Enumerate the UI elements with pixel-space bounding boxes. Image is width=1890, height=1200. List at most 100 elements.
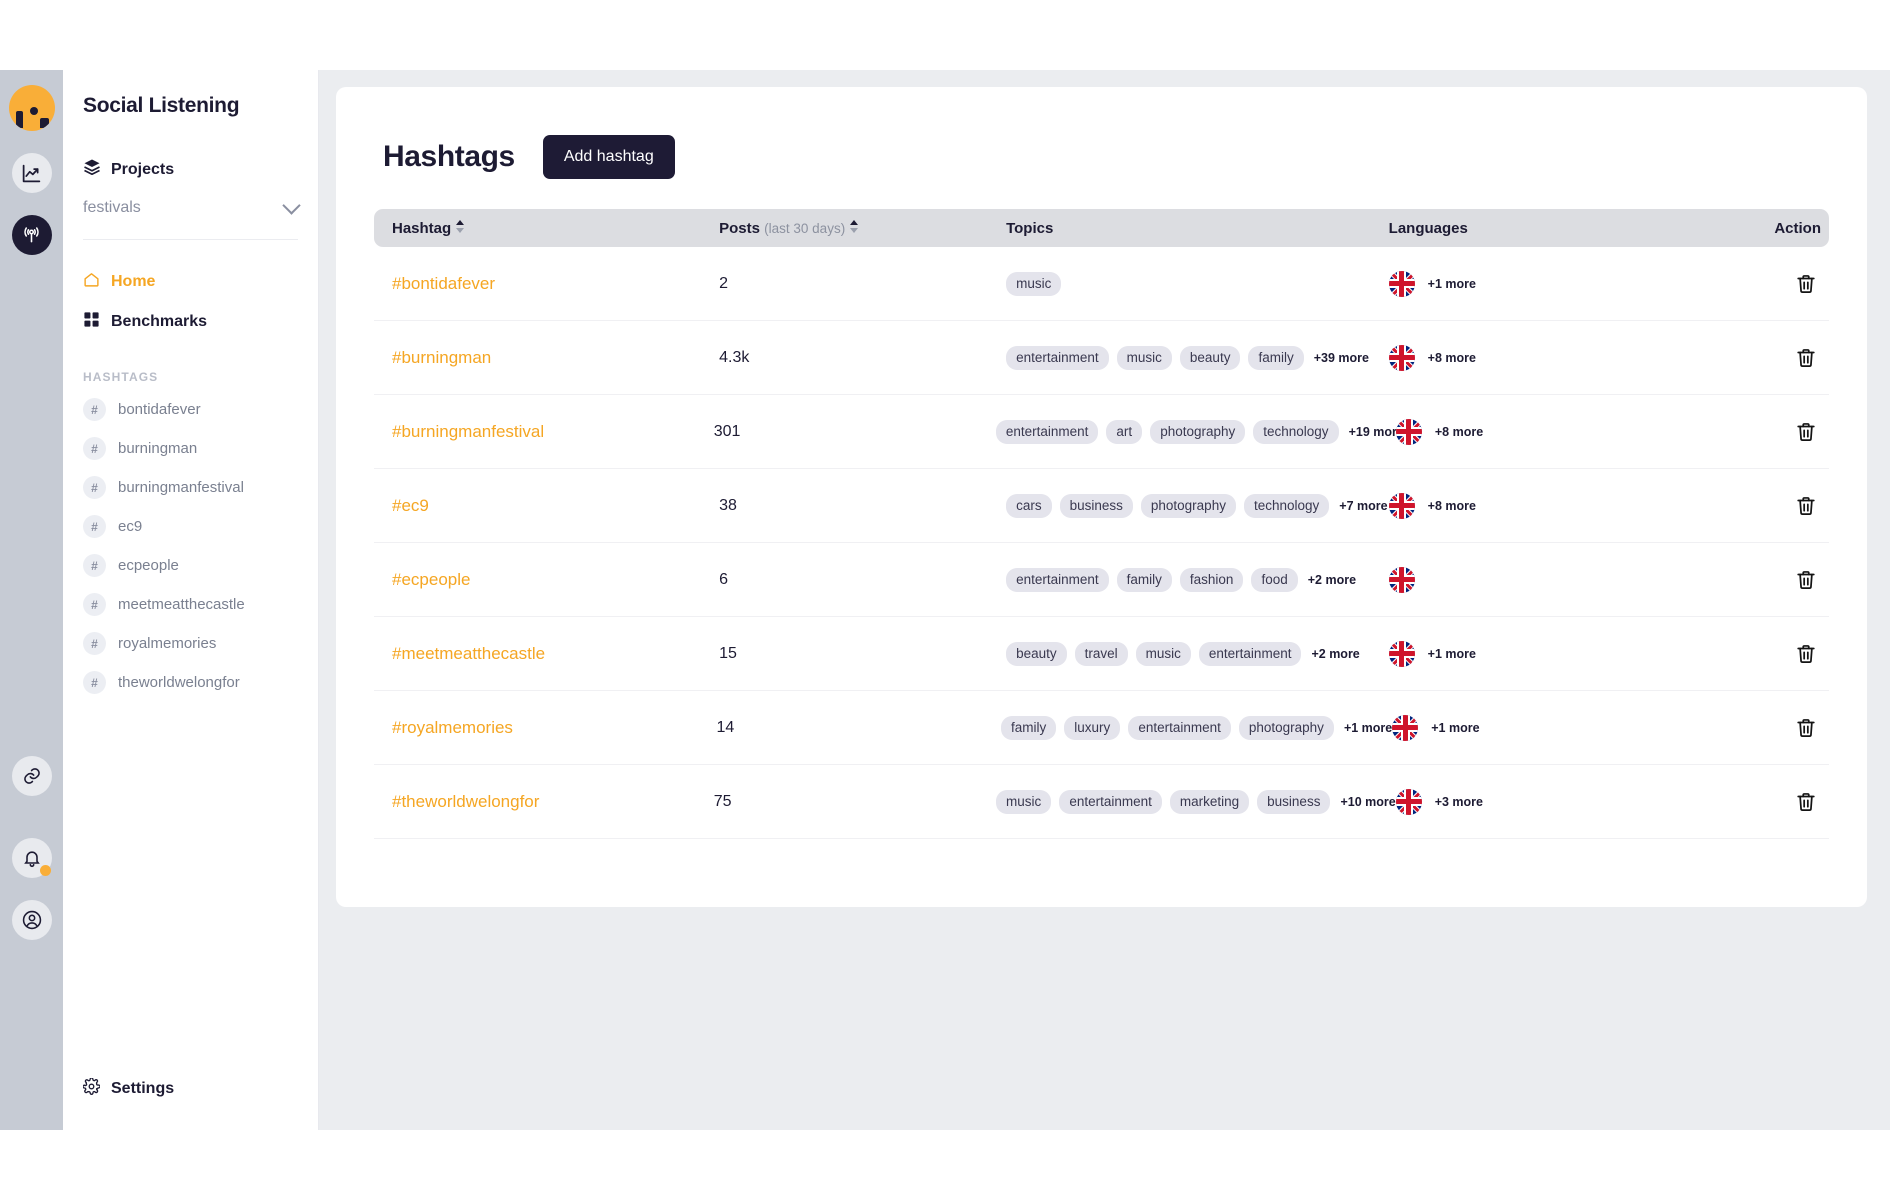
sidebar-item-royalmemories[interactable]: # royalmemories: [63, 624, 318, 663]
gear-icon: [82, 1077, 101, 1100]
column-header-hashtag[interactable]: Hashtag: [374, 220, 719, 237]
column-header-action: Action: [1747, 220, 1829, 237]
languages-more-label[interactable]: +1 more: [1428, 277, 1476, 291]
topic-chip[interactable]: music: [996, 789, 1052, 814]
topic-chip[interactable]: marketing: [1169, 789, 1250, 814]
languages-list: +3 more: [1395, 788, 1749, 815]
sidebar-item-meetmeatthecastle[interactable]: # meetmeatthecastle: [63, 585, 318, 624]
hashtags-card: Hashtags Add hashtag Hashtag Posts (last…: [336, 87, 1867, 907]
hashtag-link[interactable]: #burningmanfestival: [392, 422, 544, 441]
table-row: #meetmeatthecastle 15 beauty travel music ent…: [374, 617, 1829, 691]
topic-chip[interactable]: music: [1006, 271, 1062, 296]
hashtag-link[interactable]: #theworldwelongfor: [392, 792, 539, 811]
topic-chip[interactable]: art: [1106, 419, 1143, 444]
sort-icon[interactable]: [456, 220, 465, 233]
delete-hashtag-button[interactable]: [1747, 643, 1821, 665]
sidebar-item-bontidafever[interactable]: # bontidafever: [63, 390, 318, 429]
languages-more-label[interactable]: +3 more: [1435, 795, 1483, 809]
sidebar-item-label: Home: [111, 273, 156, 290]
account-icon[interactable]: [11, 900, 52, 940]
topic-chip[interactable]: business: [1257, 789, 1331, 814]
list-item-label: ec9: [118, 518, 143, 535]
topic-chip[interactable]: entertainment: [1128, 715, 1231, 740]
posts-count: 75: [713, 792, 732, 810]
topic-chip[interactable]: business: [1059, 493, 1133, 518]
sidebar-item-home[interactable]: Home: [63, 262, 318, 302]
sidebar-item-ecpeople[interactable]: # ecpeople: [63, 546, 318, 585]
topics-more-label[interactable]: +1 more: [1344, 721, 1392, 735]
sidebar-item-benchmarks[interactable]: Benchmarks: [63, 302, 318, 342]
sidebar-item-ec9[interactable]: # ec9: [63, 507, 318, 546]
topics-list: family luxury entertainment photography +1 m…: [1001, 715, 1392, 740]
topic-chip[interactable]: beauty: [1179, 345, 1241, 370]
sidebar-item-settings[interactable]: Settings: [63, 1077, 318, 1130]
topic-chip[interactable]: photography: [1140, 493, 1236, 518]
topic-chip[interactable]: food: [1251, 567, 1298, 592]
topics-more-label[interactable]: +2 more: [1308, 573, 1356, 587]
column-header-posts[interactable]: Posts (last 30 days): [719, 220, 1006, 237]
topic-chip[interactable]: entertainment: [1198, 641, 1302, 666]
sidebar-projects-header: Projects: [63, 118, 318, 181]
languages-more-label[interactable]: +8 more: [1428, 499, 1476, 513]
topic-chip[interactable]: entertainment: [1059, 789, 1162, 814]
delete-hashtag-button[interactable]: [1749, 421, 1821, 443]
languages-more-label[interactable]: +8 more: [1428, 351, 1476, 365]
topic-chip[interactable]: photography: [1150, 419, 1246, 444]
topic-chip[interactable]: music: [1116, 345, 1172, 370]
topic-chip[interactable]: travel: [1074, 641, 1128, 666]
list-item-label: burningmanfestival: [118, 479, 244, 496]
hashtag-link[interactable]: #royalmemories: [392, 718, 513, 737]
project-selector[interactable]: festivals: [83, 196, 301, 240]
add-hashtag-button[interactable]: Add hashtag: [542, 135, 675, 179]
delete-hashtag-button[interactable]: [1747, 273, 1821, 295]
delete-hashtag-button[interactable]: [1747, 495, 1821, 517]
topic-chip[interactable]: family: [1248, 345, 1304, 370]
list-item-label: royalmemories: [118, 635, 217, 652]
languages-more-label[interactable]: +1 more: [1431, 721, 1479, 735]
hashtag-link[interactable]: #meetmeatthecastle: [392, 644, 545, 663]
topic-chip[interactable]: music: [1135, 641, 1191, 666]
delete-hashtag-button[interactable]: [1747, 569, 1821, 591]
sidebar: Social Listening Projects festivals Home…: [63, 70, 319, 1130]
topic-chip[interactable]: luxury: [1064, 715, 1121, 740]
languages-more-label[interactable]: +1 more: [1428, 647, 1476, 661]
hashtag-link[interactable]: #burningman: [392, 348, 491, 367]
broadcast-icon[interactable]: [11, 215, 52, 255]
flag-uk-icon: [1395, 418, 1422, 445]
link-icon[interactable]: [11, 756, 52, 796]
languages-list: +1 more: [1392, 714, 1748, 741]
topics-more-label[interactable]: +2 more: [1311, 647, 1359, 661]
topic-chip[interactable]: entertainment: [1006, 567, 1109, 592]
topic-chip[interactable]: entertainment: [995, 419, 1099, 444]
topic-chip[interactable]: photography: [1238, 715, 1334, 740]
topic-chip[interactable]: family: [1001, 715, 1057, 740]
hashtag-link[interactable]: #ec9: [392, 496, 429, 515]
topics-more-label[interactable]: +39 more: [1314, 351, 1369, 365]
analytics-icon[interactable]: [11, 153, 52, 193]
topics-more-label[interactable]: +7 more: [1339, 499, 1387, 513]
bell-icon[interactable]: [11, 838, 52, 878]
topics-more-label[interactable]: +10 more: [1340, 795, 1395, 809]
sidebar-item-burningman[interactable]: # burningman: [63, 429, 318, 468]
topic-chip[interactable]: technology: [1253, 419, 1339, 444]
delete-hashtag-button[interactable]: [1749, 791, 1821, 813]
topic-chip[interactable]: cars: [1006, 493, 1052, 518]
topic-chip[interactable]: entertainment: [1006, 345, 1109, 370]
table-body: #bontidafever 2 music +1 more #burningman 4.3…: [374, 247, 1829, 839]
hashtag-link[interactable]: #ecpeople: [392, 570, 470, 589]
topic-chip[interactable]: beauty: [1006, 641, 1067, 666]
hashtag-link[interactable]: #bontidafever: [392, 274, 495, 293]
sidebar-item-burningmanfestival[interactable]: # burningmanfestival: [63, 468, 318, 507]
languages-more-label[interactable]: +8 more: [1435, 425, 1483, 439]
app-logo[interactable]: [8, 85, 55, 131]
icon-rail: [0, 70, 63, 1130]
topic-chip[interactable]: technology: [1243, 493, 1330, 518]
main-content: Hashtags Add hashtag Hashtag Posts (last…: [319, 70, 1890, 1130]
delete-hashtag-button[interactable]: [1748, 717, 1821, 739]
topic-chip[interactable]: family: [1116, 567, 1172, 592]
sidebar-item-theworldwelongfor[interactable]: # theworldwelongfor: [63, 663, 318, 702]
sort-icon[interactable]: [850, 220, 859, 233]
delete-hashtag-button[interactable]: [1747, 347, 1821, 369]
topic-chip[interactable]: fashion: [1179, 567, 1244, 592]
